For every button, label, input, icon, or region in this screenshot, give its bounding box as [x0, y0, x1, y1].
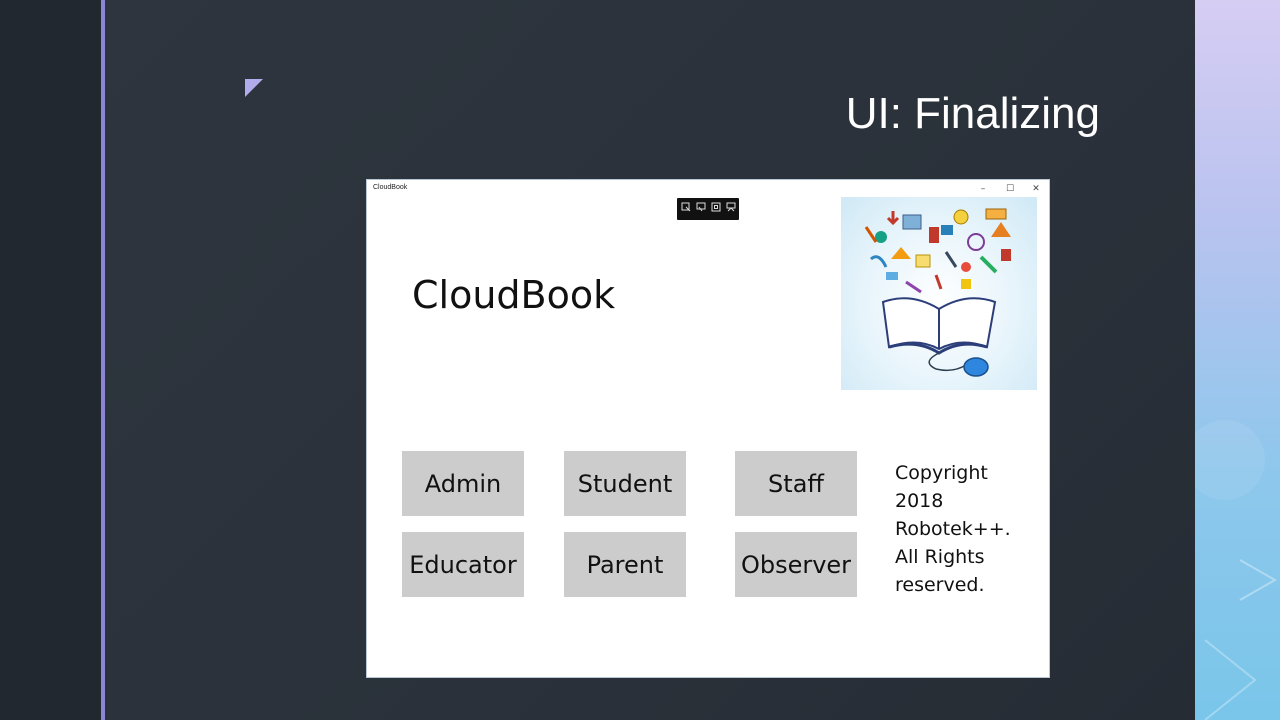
staff-button[interactable]: Staff: [735, 451, 857, 516]
window-titlebar: CloudBook – ☐ ✕: [367, 180, 1049, 198]
admin-button[interactable]: Admin: [402, 451, 524, 516]
education-doodles-book-mouse-image: [841, 197, 1037, 390]
cloudbook-app-window: CloudBook – ☐ ✕ CloudBook Admin Student …: [366, 179, 1050, 678]
display-layout-icon[interactable]: [696, 202, 706, 212]
close-button[interactable]: ✕: [1029, 183, 1043, 195]
copyright-line: Robotek++.: [895, 518, 1011, 540]
app-heading: CloudBook: [412, 273, 616, 317]
observer-button[interactable]: Observer: [735, 532, 857, 597]
copyright-line: Copyright: [895, 462, 988, 484]
right-decorative-panel: [1195, 0, 1280, 720]
student-button[interactable]: Student: [564, 451, 686, 516]
left-dark-strip: [0, 0, 101, 720]
maximize-button[interactable]: ☐: [1003, 183, 1017, 195]
copyright-line: 2018: [895, 490, 944, 512]
parent-button[interactable]: Parent: [564, 532, 686, 597]
copyright-text: Copyright 2018 Robotek++. All Rights res…: [895, 459, 1035, 599]
debug-toolbar: [677, 198, 739, 220]
copyright-line: All Rights: [895, 546, 985, 568]
minimize-button[interactable]: –: [976, 183, 990, 195]
track-focus-icon[interactable]: [711, 202, 721, 212]
slide-title: UI: Finalizing: [845, 89, 1100, 138]
educator-button[interactable]: Educator: [402, 532, 524, 597]
adorners-icon[interactable]: [726, 202, 736, 212]
window-title: CloudBook: [373, 184, 408, 191]
copyright-line: reserved.: [895, 574, 985, 596]
select-element-icon[interactable]: [681, 202, 691, 212]
corner-triangle-icon: [245, 79, 263, 97]
